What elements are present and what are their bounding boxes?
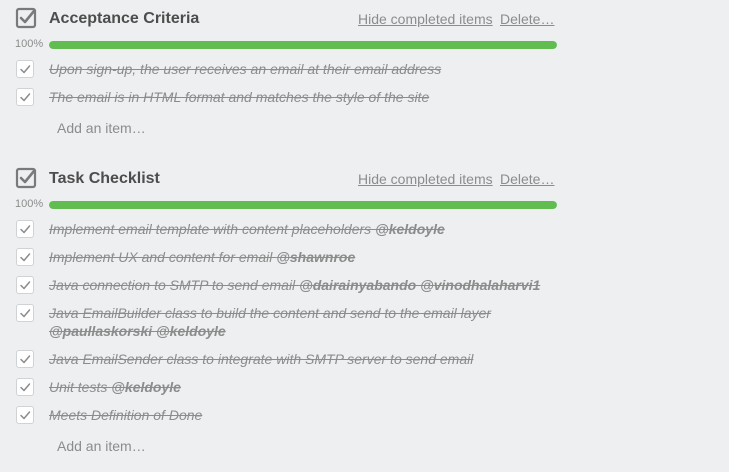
item-checkbox[interactable] bbox=[16, 60, 34, 78]
item-text[interactable]: Java connection to SMTP to send email @d… bbox=[49, 276, 549, 294]
item-mentions: @dairainyabando @vinodhalaharvi1 bbox=[299, 277, 541, 293]
item-text[interactable]: Unit tests @keldoyle bbox=[49, 378, 549, 396]
check-icon bbox=[20, 65, 31, 74]
progress-bar bbox=[49, 41, 557, 49]
progress-bar-fill bbox=[49, 201, 557, 209]
progress-row: 100% bbox=[0, 38, 729, 52]
check-icon bbox=[20, 411, 31, 420]
item-checkbox[interactable] bbox=[16, 304, 34, 322]
item-checkbox[interactable] bbox=[16, 88, 34, 106]
progress-bar bbox=[49, 201, 557, 209]
item-text[interactable]: The email is in HTML format and matches … bbox=[49, 88, 549, 106]
item-mentions: @paullaskorski @keldoyle bbox=[49, 323, 226, 339]
item-text[interactable]: Upon sign-up, the user receives an email… bbox=[49, 60, 549, 78]
progress-row: 100% bbox=[0, 198, 729, 212]
item-text-main: Meets Definition of Done bbox=[49, 407, 203, 423]
add-item-link[interactable]: Add an item… bbox=[57, 438, 146, 454]
check-icon bbox=[20, 281, 31, 290]
checklist-header: Acceptance Criteria Hide completed items… bbox=[0, 0, 729, 36]
check-icon bbox=[20, 253, 31, 262]
delete-checklist-link[interactable]: Delete… bbox=[500, 11, 554, 27]
item-checkbox[interactable] bbox=[16, 276, 34, 294]
hide-completed-link[interactable]: Hide completed items bbox=[358, 171, 493, 187]
item-text[interactable]: Java EmailSender class to integrate with… bbox=[49, 350, 549, 368]
progress-percent: 100% bbox=[15, 198, 44, 210]
item-text-main: Implement UX and content for email bbox=[49, 249, 277, 265]
add-item-link[interactable]: Add an item… bbox=[57, 120, 146, 136]
item-text-main: Java connection to SMTP to send email bbox=[49, 277, 300, 293]
item-text-main: Upon sign-up, the user receives an email… bbox=[49, 61, 442, 77]
checklist-title: Acceptance Criteria bbox=[49, 10, 200, 27]
item-text-main: Implement email template with content pl… bbox=[49, 221, 376, 237]
check-icon bbox=[20, 225, 31, 234]
item-text-main: Unit tests bbox=[49, 379, 112, 395]
item-checkbox[interactable] bbox=[16, 220, 34, 238]
item-mentions: @keldoyle bbox=[375, 221, 445, 237]
item-text[interactable]: Java EmailBuilder class to build the con… bbox=[49, 304, 549, 340]
item-text-main: Java EmailBuilder class to build the con… bbox=[49, 305, 492, 321]
check-icon bbox=[20, 309, 31, 318]
progress-percent: 100% bbox=[15, 38, 44, 50]
item-text-main: The email is in HTML format and matches … bbox=[49, 89, 430, 105]
item-mentions: @shawnroe bbox=[276, 249, 356, 265]
check-icon bbox=[20, 355, 31, 364]
check-icon bbox=[20, 383, 31, 392]
item-checkbox[interactable] bbox=[16, 378, 34, 396]
progress-bar-fill bbox=[49, 41, 557, 49]
check-icon bbox=[20, 93, 31, 102]
checkbox-checked-icon bbox=[15, 7, 37, 29]
item-text[interactable]: Implement UX and content for email @shaw… bbox=[49, 248, 549, 266]
item-checkbox[interactable] bbox=[16, 350, 34, 368]
item-text-main: Java EmailSender class to integrate with… bbox=[49, 351, 474, 367]
item-mentions: @keldoyle bbox=[111, 379, 181, 395]
checklist-title: Task Checklist bbox=[49, 170, 160, 187]
checkbox-checked-icon bbox=[15, 167, 37, 189]
item-text[interactable]: Meets Definition of Done bbox=[49, 406, 549, 424]
item-text[interactable]: Implement email template with content pl… bbox=[49, 220, 549, 238]
checklist-header: Task Checklist Hide completed items Dele… bbox=[0, 160, 729, 196]
delete-checklist-link[interactable]: Delete… bbox=[500, 171, 554, 187]
hide-completed-link[interactable]: Hide completed items bbox=[358, 11, 493, 27]
item-checkbox[interactable] bbox=[16, 406, 34, 424]
item-checkbox[interactable] bbox=[16, 248, 34, 266]
